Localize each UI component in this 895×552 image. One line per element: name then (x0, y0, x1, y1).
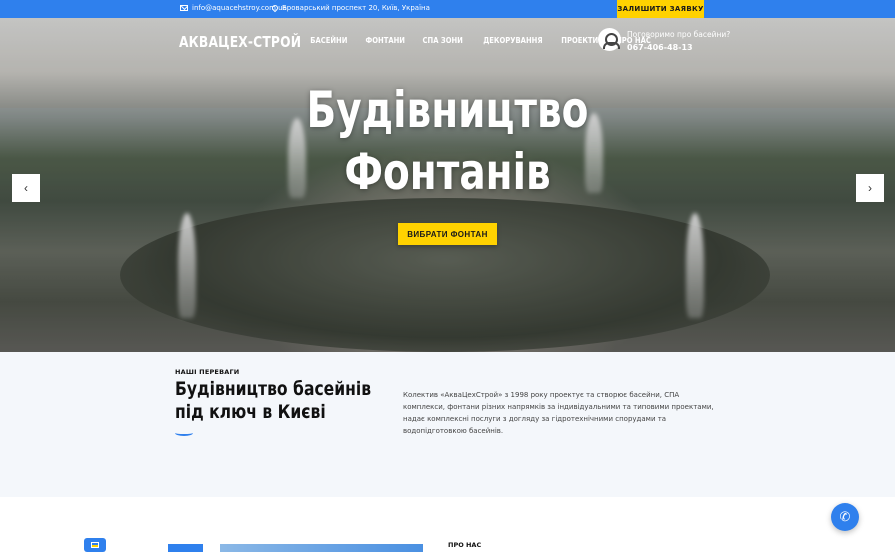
ukraine-flag-icon (91, 542, 99, 548)
benefits-title: Будівництво басейнів під ключ в Києві (175, 378, 372, 423)
benefits-section: НАШІ ПЕРЕВАГИ Будівництво басейнів під к… (0, 352, 895, 497)
about-section-preview: ПРО НАС (0, 497, 895, 552)
call-button[interactable]: ✆ (831, 503, 859, 531)
about-image (220, 544, 423, 552)
nav-item-spa[interactable]: СПА ЗОНИ (423, 36, 463, 45)
chevron-left-icon: ‹ (24, 181, 28, 195)
hero-banner: АКВАЦЕХ-СТРОЙ БАСЕЙНИ ФОНТАНИ СПА ЗОНИ Д… (0, 18, 895, 352)
mail-icon (180, 5, 188, 11)
benefits-description: Колектив «АкваЦехСтрой» з 1998 року прое… (403, 391, 714, 435)
consult-text-group: Поговоримо про басейни? 067-406-48-13 (627, 28, 730, 54)
about-kicker: ПРО НАС (448, 541, 482, 549)
location-pin-icon (270, 3, 280, 13)
nav-item-decoration[interactable]: ДЕКОРУВАННЯ (483, 36, 542, 45)
consult-block[interactable]: Поговоримо про басейни? 067-406-48-13 (598, 28, 730, 54)
leave-request-button[interactable]: ЗАЛИШИТИ ЗАЯВКУ (617, 0, 704, 18)
hero-title-line2: Фонтанів (344, 143, 551, 201)
wave-divider-icon (175, 430, 193, 436)
topbar-address: Броварський проспект 20, Київ, Україна (270, 3, 430, 13)
top-bar: info@aquacehstroy.com.ua Броварський про… (0, 0, 895, 18)
hero-title-line1: Будівництво (306, 81, 589, 139)
slider-next-button[interactable]: › (856, 174, 884, 202)
chevron-right-icon: › (868, 181, 872, 195)
topbar-address-text: Броварський проспект 20, Київ, Україна (282, 4, 430, 12)
nav-item-projects[interactable]: ПРОЕКТИ (562, 36, 599, 45)
benefits-kicker: НАШІ ПЕРЕВАГИ (175, 368, 240, 376)
support-avatar-icon (598, 28, 621, 51)
phone-icon: ✆ (839, 509, 851, 524)
choose-fountain-button[interactable]: ВИБРАТИ ФОНТАН (398, 223, 497, 245)
slider-prev-button[interactable]: ‹ (12, 174, 40, 202)
nav-item-pools[interactable]: БАСЕЙНИ (310, 36, 347, 45)
nav-item-fountains[interactable]: ФОНТАНИ (365, 36, 404, 45)
about-accent-block (168, 544, 203, 552)
header-phone[interactable]: 067-406-48-13 (627, 41, 730, 54)
site-logo[interactable]: АКВАЦЕХ-СТРОЙ (179, 33, 301, 51)
ukraine-flag-badge[interactable] (84, 538, 106, 552)
consult-text: Поговоримо про басейни? (627, 30, 731, 39)
